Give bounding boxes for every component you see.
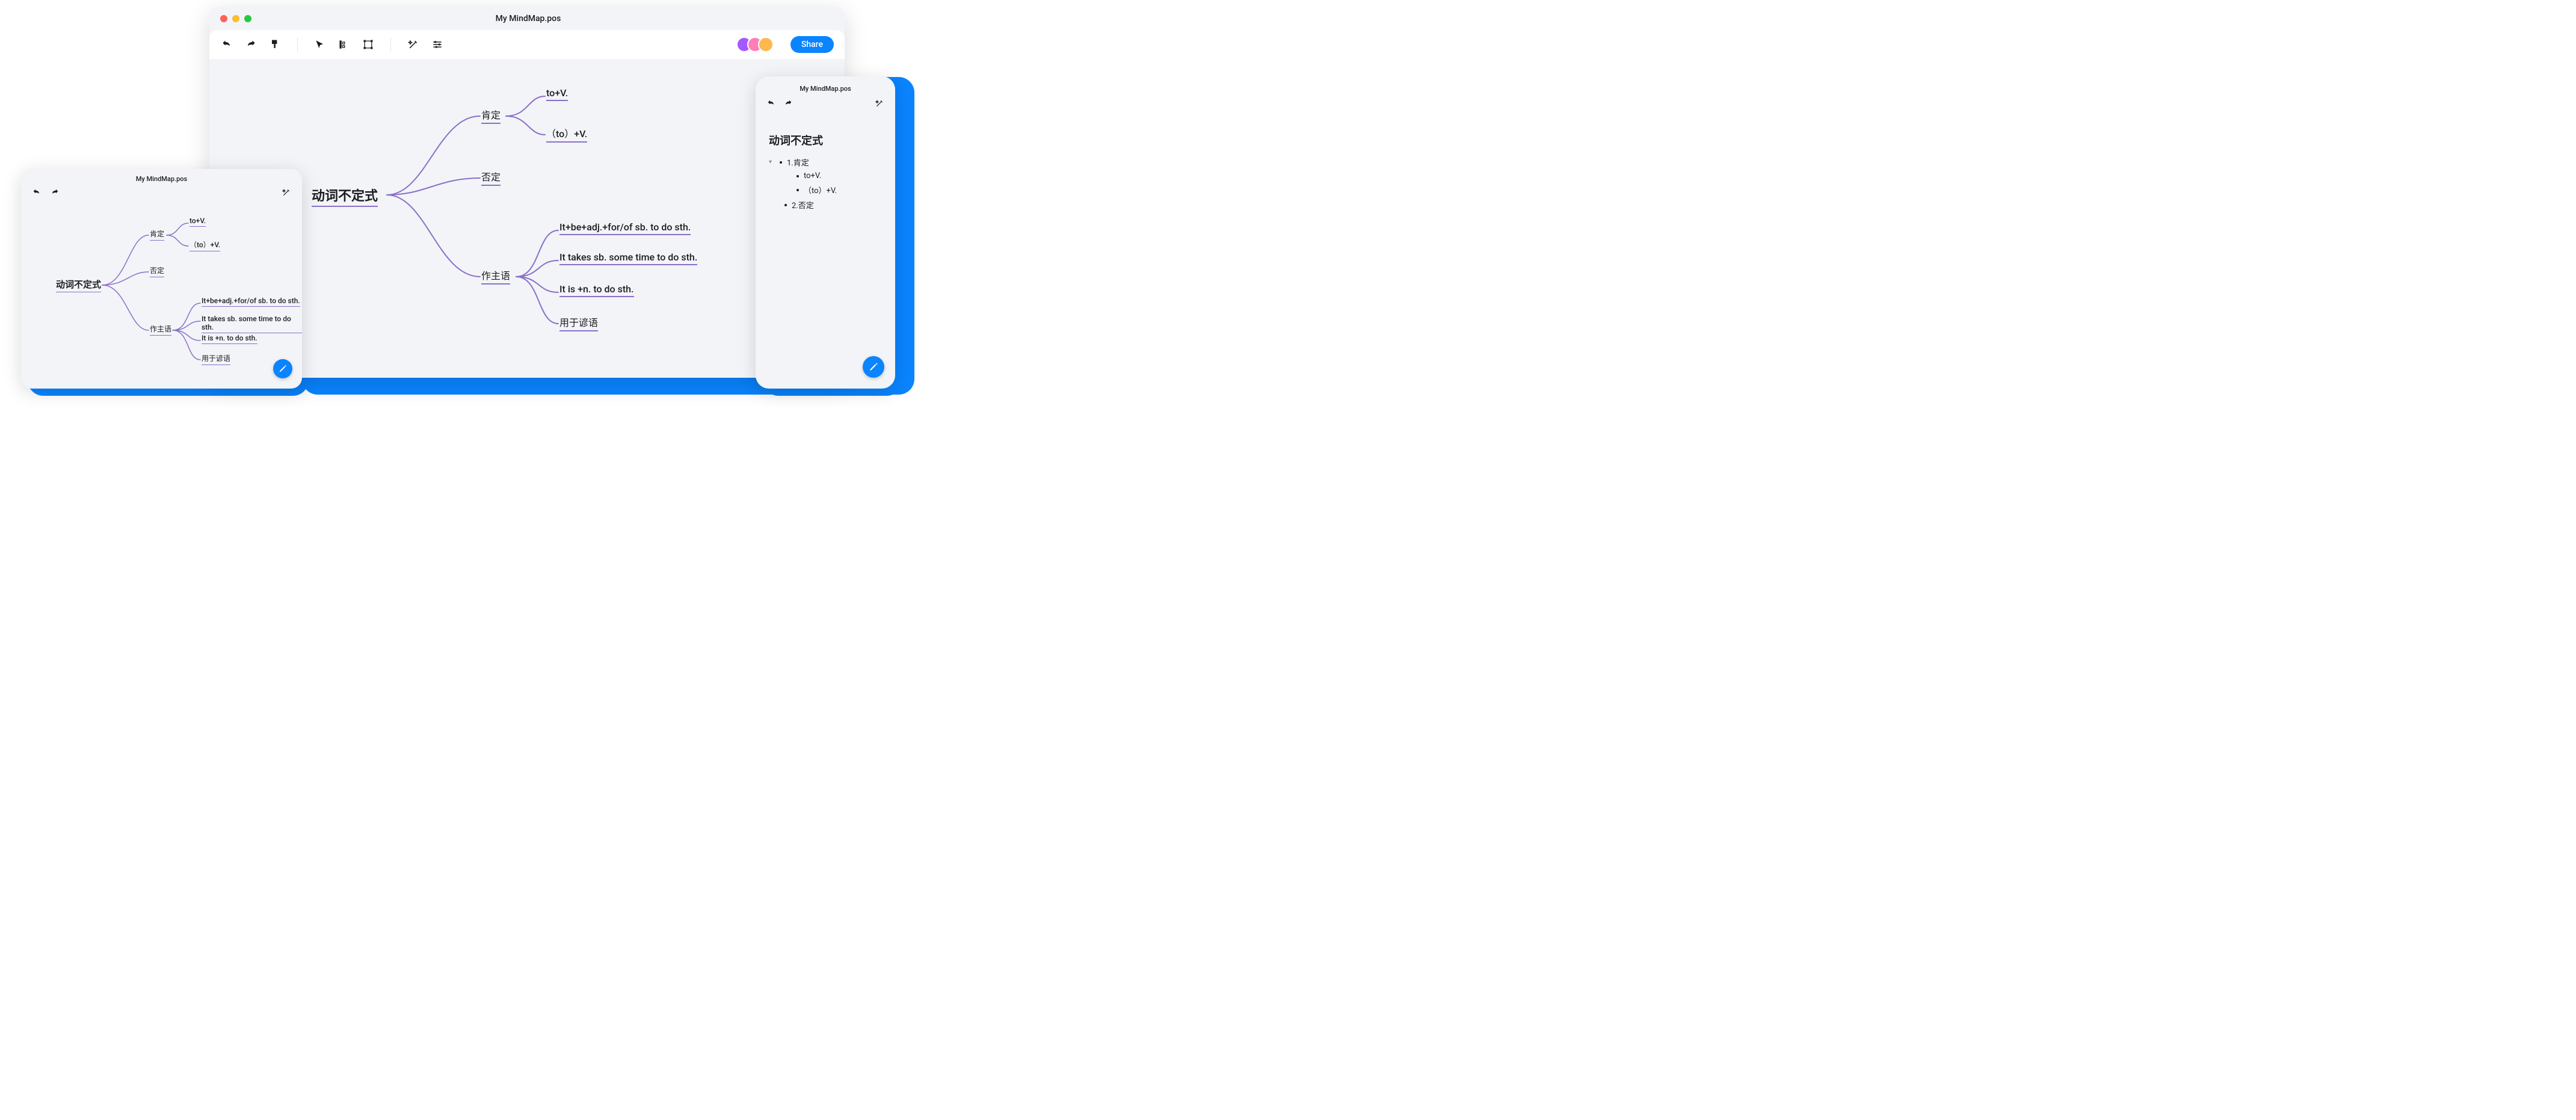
avatar[interactable] xyxy=(758,37,774,52)
magic-wand-icon[interactable] xyxy=(875,99,884,108)
mindmap-leaf-node[interactable]: It is +n. to do sth. xyxy=(559,283,634,295)
phone-toolbar xyxy=(756,96,895,114)
redo-icon[interactable] xyxy=(783,99,793,108)
outline-view[interactable]: 动词不定式 ▾ 1.肯定 to+V. （to）+V. 2.否定 xyxy=(756,114,895,214)
outline-item-label: 1.肯定 xyxy=(787,156,809,168)
outline-item[interactable]: （to）+V. xyxy=(769,184,882,195)
mindmap-branch-node[interactable]: 否定 xyxy=(150,265,164,275)
bullet-icon xyxy=(784,204,787,206)
outline-item[interactable]: 2.否定 xyxy=(769,199,882,211)
outline-title: 动词不定式 xyxy=(769,132,882,148)
redo-icon[interactable] xyxy=(244,38,257,51)
outline-item[interactable]: ▾ 1.肯定 xyxy=(769,156,882,168)
mindmap-leaf-node[interactable]: It+be+adj.+for/of sb. to do sth. xyxy=(559,221,691,233)
outline-item-label: 2.否定 xyxy=(792,199,814,211)
mindmap-root-node[interactable]: 动词不定式 xyxy=(312,185,378,205)
titlebar: My MindMap.pos xyxy=(209,7,845,30)
caret-down-icon[interactable]: ▾ xyxy=(769,159,775,165)
mindmap-branch-node[interactable]: 作主语 xyxy=(150,324,171,334)
mindmap-canvas[interactable]: 动词不定式 肯定 否定 作主语 to+V. （to）+V. It+be+adj.… xyxy=(209,59,845,378)
mindmap-leaf-node[interactable]: 用于谚语 xyxy=(559,315,598,329)
settings-sliders-icon[interactable] xyxy=(431,38,444,51)
mindmap-leaf-node[interactable]: to+V. xyxy=(190,217,206,225)
bullet-icon xyxy=(780,161,782,164)
connector-lines xyxy=(209,59,845,378)
mindmap-canvas[interactable]: 动词不定式 肯定 否定 作主语 to+V. （to）+V. It+be+adj.… xyxy=(21,201,302,388)
collaborator-avatars[interactable] xyxy=(736,37,774,52)
outline-item-label: （to）+V. xyxy=(804,184,837,195)
edit-fab-button[interactable] xyxy=(273,359,292,378)
transform-icon[interactable] xyxy=(362,38,375,51)
undo-icon[interactable] xyxy=(220,38,233,51)
outline-item-label: to+V. xyxy=(804,171,821,180)
mindmap-branch-node[interactable]: 肯定 xyxy=(150,229,164,239)
redo-icon[interactable] xyxy=(50,188,60,197)
magic-wand-icon[interactable] xyxy=(282,188,291,197)
magic-wand-icon[interactable] xyxy=(407,38,420,51)
undo-icon[interactable] xyxy=(32,188,42,197)
mindmap-branch-node[interactable]: 否定 xyxy=(481,169,501,183)
mindmap-leaf-node[interactable]: to+V. xyxy=(546,87,568,99)
mindmap-leaf-node[interactable]: （to）+V. xyxy=(546,126,587,140)
align-icon[interactable] xyxy=(337,38,351,51)
mindmap-branch-node[interactable]: 肯定 xyxy=(481,107,501,122)
mindmap-leaf-node[interactable]: It takes sb. some time to do sth. xyxy=(202,315,302,331)
edit-fab-button[interactable] xyxy=(863,356,884,378)
share-button[interactable]: Share xyxy=(790,36,834,53)
mindmap-branch-node[interactable]: 作主语 xyxy=(481,268,510,282)
window-controls xyxy=(220,15,251,22)
mindmap-root-node[interactable]: 动词不定式 xyxy=(56,278,101,291)
mindmap-leaf-node[interactable]: It+be+adj.+for/of sb. to do sth. xyxy=(202,297,300,305)
close-window-button[interactable] xyxy=(220,15,227,22)
main-toolbar: Share xyxy=(209,30,845,59)
mindmap-leaf-node[interactable]: 用于谚语 xyxy=(202,353,230,363)
mindmap-leaf-node[interactable]: It is +n. to do sth. xyxy=(202,334,257,342)
mindmap-leaf-node[interactable]: （to）+V. xyxy=(190,239,220,250)
format-painter-icon[interactable] xyxy=(268,38,282,51)
mindmap-leaf-node[interactable]: It takes sb. some time to do sth. xyxy=(559,251,697,263)
minimize-window-button[interactable] xyxy=(232,15,239,22)
cursor-icon[interactable] xyxy=(313,38,327,51)
document-title: My MindMap.pos xyxy=(21,169,302,185)
outline-item[interactable]: to+V. xyxy=(769,171,882,180)
bullet-icon xyxy=(797,175,799,177)
document-title: My MindMap.pos xyxy=(756,76,895,96)
desktop-window: My MindMap.pos Share xyxy=(209,7,845,378)
maximize-window-button[interactable] xyxy=(244,15,251,22)
document-title: My MindMap.pos xyxy=(251,14,805,23)
phone-window: My MindMap.pos 动词不定式 ▾ 1.肯定 to+V. （to）+V… xyxy=(756,76,895,389)
undo-icon[interactable] xyxy=(766,99,776,108)
tablet-window: My MindMap.pos 动词不定式 肯定 否定 作主语 to+V. （to… xyxy=(21,169,302,389)
bullet-icon xyxy=(797,189,799,191)
tablet-toolbar xyxy=(21,185,302,201)
